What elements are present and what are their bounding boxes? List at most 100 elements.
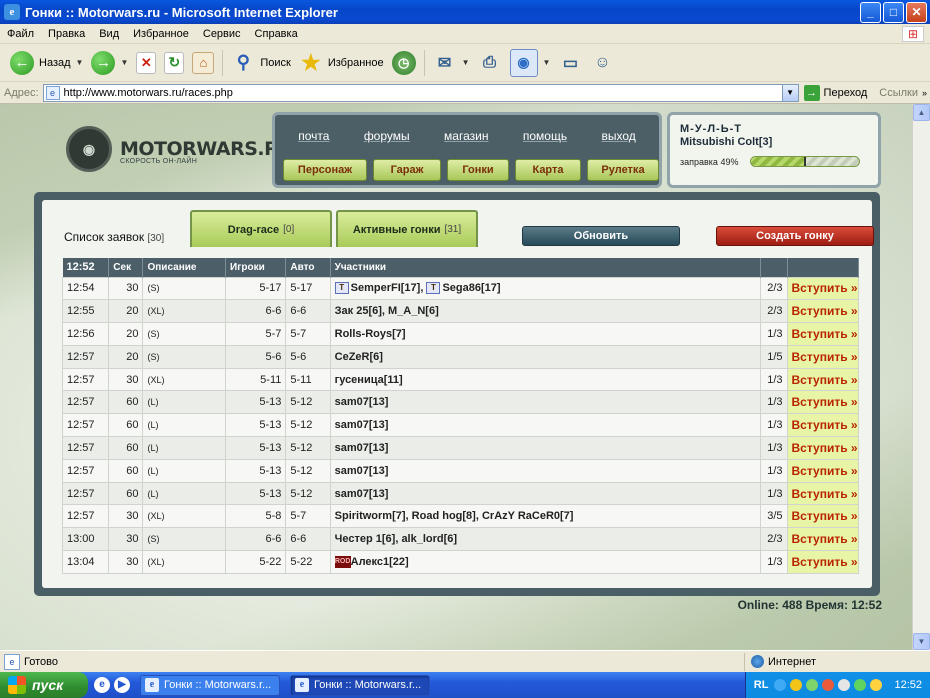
ie-quicklaunch-icon[interactable]: e xyxy=(94,677,110,693)
go-arrow-icon[interactable]: → xyxy=(803,84,820,101)
nav-logout[interactable]: выход xyxy=(602,129,636,143)
taskbar-item-active[interactable]: e Гонки :: Motorwars.r... xyxy=(290,674,430,696)
participant-name[interactable]: Rolls-Roys[7] xyxy=(335,328,406,340)
maximize-button[interactable]: □ xyxy=(883,1,904,23)
participant-name[interactable]: sam07[13] xyxy=(335,442,389,454)
page-scrollbar[interactable]: ▲ ▼ xyxy=(912,104,930,650)
participant-name[interactable]: гусеница[11] xyxy=(335,374,403,386)
nav-shop[interactable]: магазин xyxy=(444,129,488,143)
participant-name[interactable]: Spiritworm[7] xyxy=(335,510,406,522)
participant-name[interactable]: alk_lord[6] xyxy=(401,533,457,545)
tab-active-races[interactable]: Активные гонки [31] xyxy=(336,210,478,247)
menu-edit[interactable]: Правка xyxy=(41,28,92,40)
start-button[interactable]: пуск xyxy=(0,672,88,698)
minimize-button[interactable]: _ xyxy=(860,1,881,23)
join-race-link[interactable]: Вступить » xyxy=(792,281,858,295)
favorites-button[interactable]: ★ Избранное xyxy=(295,47,388,79)
join-race-link[interactable]: Вступить » xyxy=(792,327,858,341)
participant-name[interactable]: Честер 1[6] xyxy=(335,533,396,545)
messenger-button[interactable]: ☺ xyxy=(586,47,618,79)
dropdown-arrow-icon[interactable]: ▼ xyxy=(120,58,128,67)
join-race-link[interactable]: Вступить » xyxy=(792,418,858,432)
tray-update-icon[interactable] xyxy=(870,679,883,691)
participant-name[interactable]: sam07[13] xyxy=(335,419,389,431)
join-race-link[interactable]: Вступить » xyxy=(792,509,858,523)
join-race-link[interactable]: Вступить » xyxy=(792,532,858,546)
menu-help[interactable]: Справка xyxy=(248,28,305,40)
create-race-button[interactable]: Создать гонку xyxy=(716,226,874,246)
address-input[interactable]: e http://www.motorwars.ru/races.php ▼ xyxy=(42,83,799,102)
address-url[interactable]: http://www.motorwars.ru/races.php xyxy=(64,87,782,99)
participant-name[interactable]: CrAzY RaCeR0[7] xyxy=(482,510,574,522)
tray-messenger-icon[interactable] xyxy=(854,679,867,691)
media-button[interactable]: ◉ ▼ xyxy=(506,47,555,79)
edit-button[interactable]: ▭ xyxy=(554,47,586,79)
tray-antivirus-icon[interactable] xyxy=(822,679,835,691)
scroll-up-icon[interactable]: ▲ xyxy=(913,104,930,121)
nav-roulette-button[interactable]: Рулетка xyxy=(587,159,659,181)
menu-tools[interactable]: Сервис xyxy=(196,28,248,40)
tab-drag-race[interactable]: Drag-race [0] xyxy=(190,210,332,247)
nav-help[interactable]: помощь xyxy=(523,129,567,143)
chevron-down-icon[interactable]: ▼ xyxy=(781,84,798,101)
join-race-link[interactable]: Вступить » xyxy=(792,441,858,455)
participant-name[interactable]: sam07[13] xyxy=(335,396,389,408)
participant-name[interactable]: Sega86[17] xyxy=(442,282,500,294)
nav-races-button[interactable]: Гонки xyxy=(447,159,509,181)
clan-badge-icon[interactable]: ROD xyxy=(334,556,351,568)
refresh-button[interactable]: ↻ xyxy=(160,47,188,79)
print-button[interactable]: ⎙ xyxy=(474,47,506,79)
go-button[interactable]: Переход xyxy=(824,87,868,99)
nav-garage-button[interactable]: Гараж xyxy=(373,159,441,181)
join-race-link[interactable]: Вступить » xyxy=(792,555,858,569)
participant-name[interactable]: sam07[13] xyxy=(335,488,389,500)
tray-shield-icon[interactable] xyxy=(790,679,803,691)
clan-badge-icon[interactable]: T xyxy=(334,282,349,295)
dropdown-arrow-icon[interactable]: ▼ xyxy=(76,58,84,67)
nav-mail[interactable]: почта xyxy=(298,129,329,143)
dropdown-arrow-icon[interactable]: ▼ xyxy=(543,58,551,67)
tray-app-icon[interactable] xyxy=(806,679,819,691)
nav-character-button[interactable]: Персонаж xyxy=(283,159,367,181)
join-race-link[interactable]: Вступить » xyxy=(792,304,858,318)
join-race-link[interactable]: Вступить » xyxy=(792,487,858,501)
participant-name[interactable]: Зак 25[6] xyxy=(335,305,382,317)
dropdown-arrow-icon[interactable]: ▼ xyxy=(462,58,470,67)
stop-button[interactable]: ✕ xyxy=(132,47,160,79)
tab-requests-list[interactable]: Список заявок [30] xyxy=(64,230,164,244)
nav-forums[interactable]: форумы xyxy=(364,129,410,143)
refresh-list-button[interactable]: Обновить xyxy=(522,226,680,246)
join-race-link[interactable]: Вступить » xyxy=(792,395,858,409)
join-race-link[interactable]: Вступить » xyxy=(792,373,858,387)
tray-network-icon[interactable] xyxy=(774,679,787,691)
user-name[interactable]: М-У-Л-Ь-Т xyxy=(680,123,868,135)
nav-map-button[interactable]: Карта xyxy=(515,159,581,181)
forward-button[interactable]: → ▼ xyxy=(87,47,132,79)
menu-file[interactable]: Файл xyxy=(0,28,41,40)
chevron-right-icon[interactable]: » xyxy=(922,88,927,98)
taskbar-item[interactable]: e Гонки :: Motorwars.r... xyxy=(140,674,280,696)
mail-button[interactable]: ✉ ▼ xyxy=(429,47,474,79)
participant-name[interactable]: Road hog[8] xyxy=(412,510,476,522)
search-button[interactable]: ⚲ Поиск xyxy=(227,47,294,79)
participant-name[interactable]: SemperFI[17] xyxy=(351,282,421,294)
close-button[interactable]: ✕ xyxy=(906,1,927,23)
join-race-link[interactable]: Вступить » xyxy=(792,464,858,478)
menu-favorites[interactable]: Избранное xyxy=(126,28,196,40)
participant-name[interactable]: Алекс1[22] xyxy=(351,556,409,568)
language-indicator[interactable]: RL xyxy=(754,679,769,691)
media-player-icon[interactable]: ▶ xyxy=(114,677,130,693)
participant-name[interactable]: M_A_N[6] xyxy=(388,305,439,317)
scroll-down-icon[interactable]: ▼ xyxy=(913,633,930,650)
back-button[interactable]: ← Назад ▼ xyxy=(6,47,87,79)
participant-name[interactable]: sam07[13] xyxy=(335,465,389,477)
clan-badge-icon[interactable]: T xyxy=(426,282,441,295)
menu-view[interactable]: Вид xyxy=(92,28,126,40)
home-button[interactable]: ⌂ xyxy=(188,47,218,79)
tray-volume-icon[interactable] xyxy=(838,679,851,691)
participant-name[interactable]: CeZeR[6] xyxy=(335,351,383,363)
links-button[interactable]: Ссылки xyxy=(879,87,918,99)
history-button[interactable]: ◷ xyxy=(388,47,420,79)
join-race-link[interactable]: Вступить » xyxy=(792,350,858,364)
site-logo[interactable]: ◉ MOTORWARS.RU СКОРОСТЬ ОН-ЛАЙН xyxy=(66,126,294,172)
